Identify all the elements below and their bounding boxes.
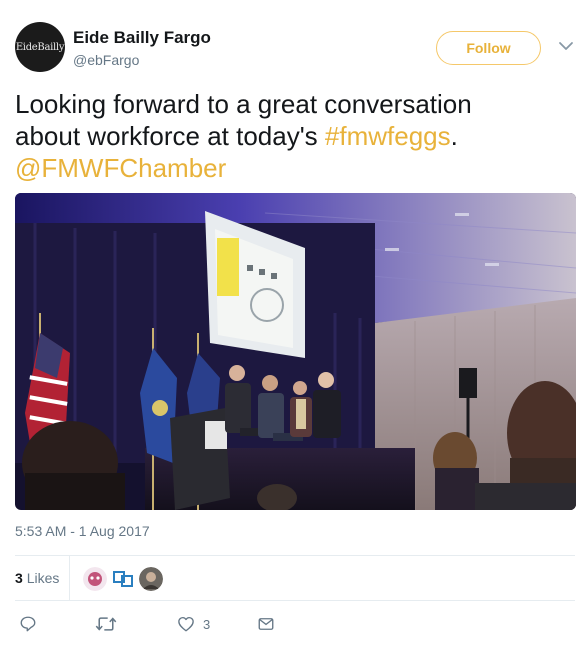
tweet-line-2: about workforce at today's #fmwfeggs.: [15, 120, 575, 152]
likes-label: Likes: [26, 570, 60, 586]
hashtag-link[interactable]: #fmwfeggs: [325, 121, 451, 151]
conference-photo-illustration: [15, 193, 576, 510]
retweet-button[interactable]: [95, 612, 117, 636]
likes-count[interactable]: 3 Likes: [15, 570, 59, 586]
divider-bottom: [15, 600, 575, 601]
tweet-photo[interactable]: [15, 193, 576, 510]
liker-avatar[interactable]: [83, 567, 107, 591]
retweet-icon: [95, 617, 117, 631]
envelope-icon: [258, 618, 274, 630]
author-handle[interactable]: @ebFargo: [73, 52, 139, 68]
liker-avatar[interactable]: [139, 567, 163, 591]
avatar-logo-text: EideBailly: [15, 41, 65, 53]
likes-separator: [69, 556, 70, 600]
tweet-actions: 3: [15, 612, 575, 636]
tweet-text: Looking forward to a great conversation …: [15, 88, 575, 184]
author-avatar[interactable]: EideBailly: [15, 22, 65, 72]
like-button[interactable]: 3: [177, 612, 210, 636]
reply-button[interactable]: [19, 612, 37, 636]
author-name[interactable]: Eide Bailly Fargo: [73, 28, 211, 48]
chevron-down-icon[interactable]: [558, 38, 574, 54]
likes-number: 3: [15, 570, 23, 586]
tweet-timestamp[interactable]: 5:53 AM - 1 Aug 2017: [15, 523, 150, 539]
like-count: 3: [203, 616, 211, 632]
mention-link[interactable]: @FMWFChamber: [15, 153, 226, 183]
reply-icon: [20, 616, 36, 632]
tweet-line-2-text: about workforce at today's: [15, 121, 325, 151]
follow-button[interactable]: Follow: [436, 31, 541, 65]
tweet-punctuation: .: [450, 121, 458, 151]
direct-message-button[interactable]: [257, 612, 275, 636]
tweet-header: EideBailly Eide Bailly Fargo @ebFargo Fo…: [15, 22, 575, 74]
likes-row: 3 Likes: [15, 556, 575, 600]
liker-avatar[interactable]: [111, 567, 135, 591]
heart-icon: [178, 616, 194, 632]
tweet-line-1: Looking forward to a great conversation: [15, 89, 472, 119]
